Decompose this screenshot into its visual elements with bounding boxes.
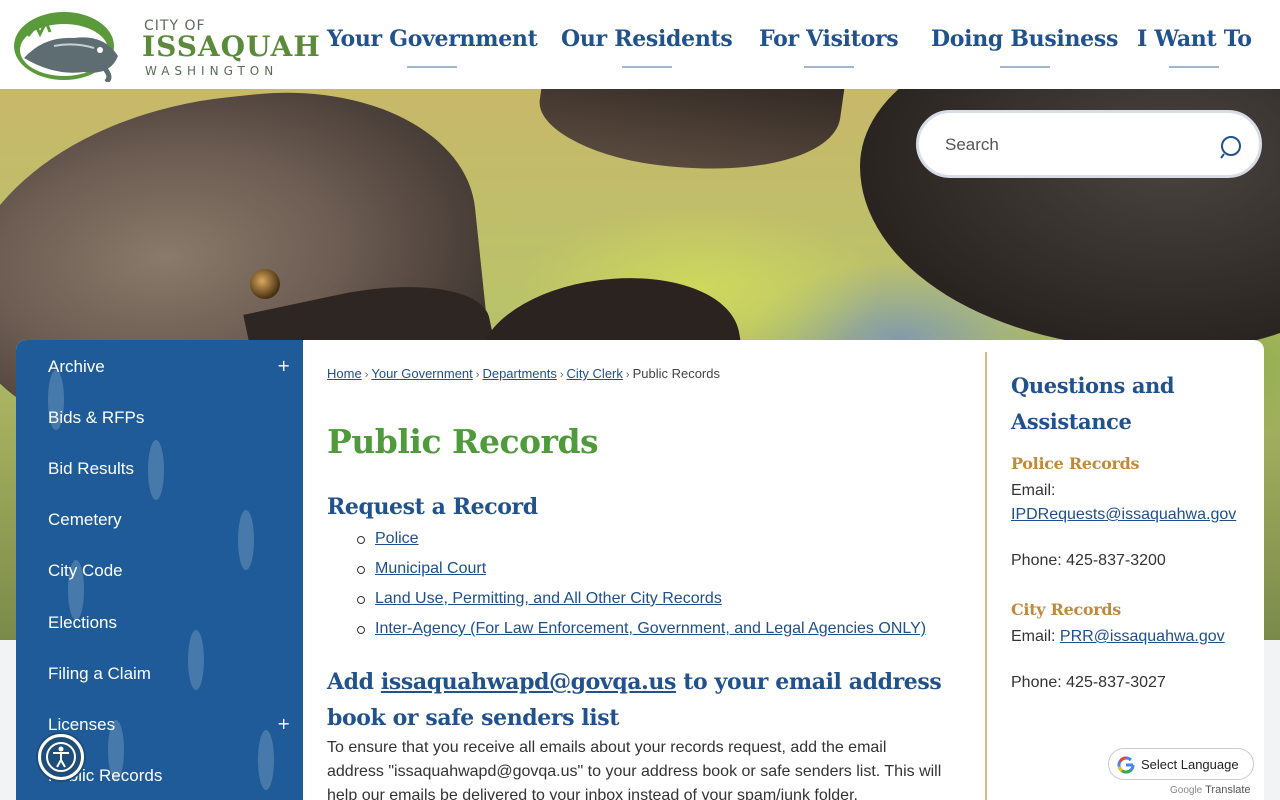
expand-plus-icon[interactable]: + bbox=[277, 356, 290, 375]
nav-label: Your Government bbox=[327, 26, 538, 52]
link-land-use[interactable]: Land Use, Permitting, and All Other City… bbox=[375, 590, 722, 607]
city-email-row: Email: PRR@issaquahwa.gov bbox=[1011, 628, 1225, 646]
content-card: Archive + Bids & RFPs Bid Results Cemete… bbox=[16, 340, 1264, 800]
nav-underline bbox=[407, 66, 458, 68]
hero-fish-sculpture bbox=[533, 89, 847, 190]
page-title: Public Records bbox=[327, 422, 599, 461]
city-email-label: Email: bbox=[1011, 628, 1056, 645]
list-item: Inter-Agency (For Law Enforcement, Gover… bbox=[357, 618, 926, 648]
sidebar-item-city-code[interactable]: City Code bbox=[48, 561, 123, 581]
main-content: Home › Your Government › Departments › City Cl… bbox=[327, 340, 967, 800]
request-record-heading: Request a Record bbox=[327, 494, 538, 520]
police-records-heading: Police Records bbox=[1011, 454, 1140, 473]
record-request-list: Police Municipal Court Land Use, Permitt… bbox=[357, 528, 926, 648]
search-bar bbox=[916, 110, 1262, 178]
accessibility-icon bbox=[46, 742, 76, 772]
breadcrumb-link[interactable]: Your Government bbox=[371, 366, 472, 381]
sidebar-item-bids-rfps[interactable]: Bids & RFPs bbox=[48, 408, 144, 428]
select-language-dropdown[interactable]: Select Language bbox=[1108, 748, 1254, 780]
breadcrumb-current: Public Records bbox=[632, 366, 720, 381]
powered-by-google[interactable]: Google Translate bbox=[1170, 784, 1251, 796]
questions-aside: Questions and Assistance Police Records … bbox=[985, 352, 1264, 800]
breadcrumb: Home › Your Government › Departments › City Cl… bbox=[327, 366, 720, 381]
sidebar-item-archive[interactable]: Archive bbox=[48, 357, 105, 377]
sidebar-item-bid-results[interactable]: Bid Results bbox=[48, 459, 134, 479]
list-item: Land Use, Permitting, and All Other City… bbox=[357, 588, 926, 618]
nav-underline bbox=[999, 66, 1050, 68]
govqa-email-link[interactable]: issaquahwapd@govqa.us bbox=[381, 669, 676, 695]
list-item: Municipal Court bbox=[357, 558, 926, 588]
sidebar-item-licenses[interactable]: Licenses bbox=[48, 715, 115, 735]
city-phone: Phone: 425-837-3027 bbox=[1011, 674, 1166, 691]
breadcrumb-separator: › bbox=[364, 369, 369, 381]
sidebar-item-filing-a-claim[interactable]: Filing a Claim bbox=[48, 664, 151, 684]
city-logo[interactable]: CITY OF ISSAQUAH WASHINGTON bbox=[14, 6, 320, 82]
link-police[interactable]: Police bbox=[375, 530, 419, 547]
google-wordmark: Google bbox=[1170, 785, 1203, 796]
nav-for-visitors[interactable]: For Visitors bbox=[759, 26, 899, 68]
nav-underline bbox=[1169, 66, 1220, 68]
nav-underline bbox=[621, 66, 672, 68]
logo-city-name: ISSAQUAH bbox=[142, 30, 321, 63]
police-email-wrap: IPDRequests@issaquahwa.gov bbox=[1011, 506, 1236, 524]
breadcrumb-link[interactable]: City Clerk bbox=[567, 366, 623, 381]
search-icon[interactable] bbox=[1219, 134, 1245, 160]
list-item: Police bbox=[357, 528, 926, 558]
link-municipal-court[interactable]: Municipal Court bbox=[375, 560, 486, 577]
site-header: CITY OF ISSAQUAH WASHINGTON Your Governm… bbox=[0, 0, 1280, 89]
translate-wordmark: Translate bbox=[1205, 784, 1251, 796]
nav-label: Doing Business bbox=[931, 26, 1119, 52]
main-nav: Your Government Our Residents For Visito… bbox=[300, 0, 1260, 89]
breadcrumb-separator: › bbox=[625, 369, 630, 381]
police-email-link[interactable]: IPDRequests@issaquahwa.gov bbox=[1011, 506, 1236, 523]
breadcrumb-link[interactable]: Departments bbox=[482, 366, 556, 381]
nav-label: For Visitors bbox=[759, 26, 899, 52]
nav-label: I Want To bbox=[1137, 26, 1252, 52]
link-inter-agency[interactable]: Inter-Agency (For Law Enforcement, Gover… bbox=[375, 620, 926, 637]
hero-fish-eye bbox=[250, 269, 280, 299]
breadcrumb-separator: › bbox=[559, 369, 564, 381]
nav-i-want-to[interactable]: I Want To bbox=[1137, 26, 1252, 68]
nav-our-residents[interactable]: Our Residents bbox=[561, 26, 733, 68]
breadcrumb-link[interactable]: Home bbox=[327, 366, 362, 381]
safe-senders-paragraph: To ensure that you receive all emails ab… bbox=[327, 739, 942, 800]
police-email-label: Email: bbox=[1011, 482, 1056, 499]
sidebar-item-cemetery[interactable]: Cemetery bbox=[48, 510, 122, 530]
logo-state: WASHINGTON bbox=[145, 64, 279, 78]
search-input[interactable] bbox=[945, 131, 1205, 159]
breadcrumb-separator: › bbox=[475, 369, 480, 381]
select-language-label: Select Language bbox=[1141, 757, 1239, 772]
city-records-heading: City Records bbox=[1011, 600, 1121, 619]
aside-title: Questions and Assistance bbox=[1011, 373, 1175, 434]
police-phone: Phone: 425-837-3200 bbox=[1011, 552, 1166, 569]
safe-senders-heading: Add issaquahwapd@govqa.us to your email … bbox=[327, 664, 947, 736]
nav-your-government[interactable]: Your Government bbox=[327, 26, 538, 68]
accessibility-button[interactable] bbox=[38, 734, 84, 780]
nav-label: Our Residents bbox=[561, 26, 733, 52]
heading-text: Add bbox=[327, 669, 381, 695]
google-g-icon bbox=[1117, 756, 1135, 774]
nav-underline bbox=[803, 66, 854, 68]
city-email-link[interactable]: PRR@issaquahwa.gov bbox=[1060, 628, 1225, 645]
salmon-logo-icon bbox=[14, 12, 118, 82]
nav-doing-business[interactable]: Doing Business bbox=[931, 26, 1119, 68]
expand-plus-icon[interactable]: + bbox=[277, 714, 290, 733]
sidebar-item-elections[interactable]: Elections bbox=[48, 613, 117, 633]
sidebar-nav: Archive + Bids & RFPs Bid Results Cemete… bbox=[16, 340, 303, 800]
